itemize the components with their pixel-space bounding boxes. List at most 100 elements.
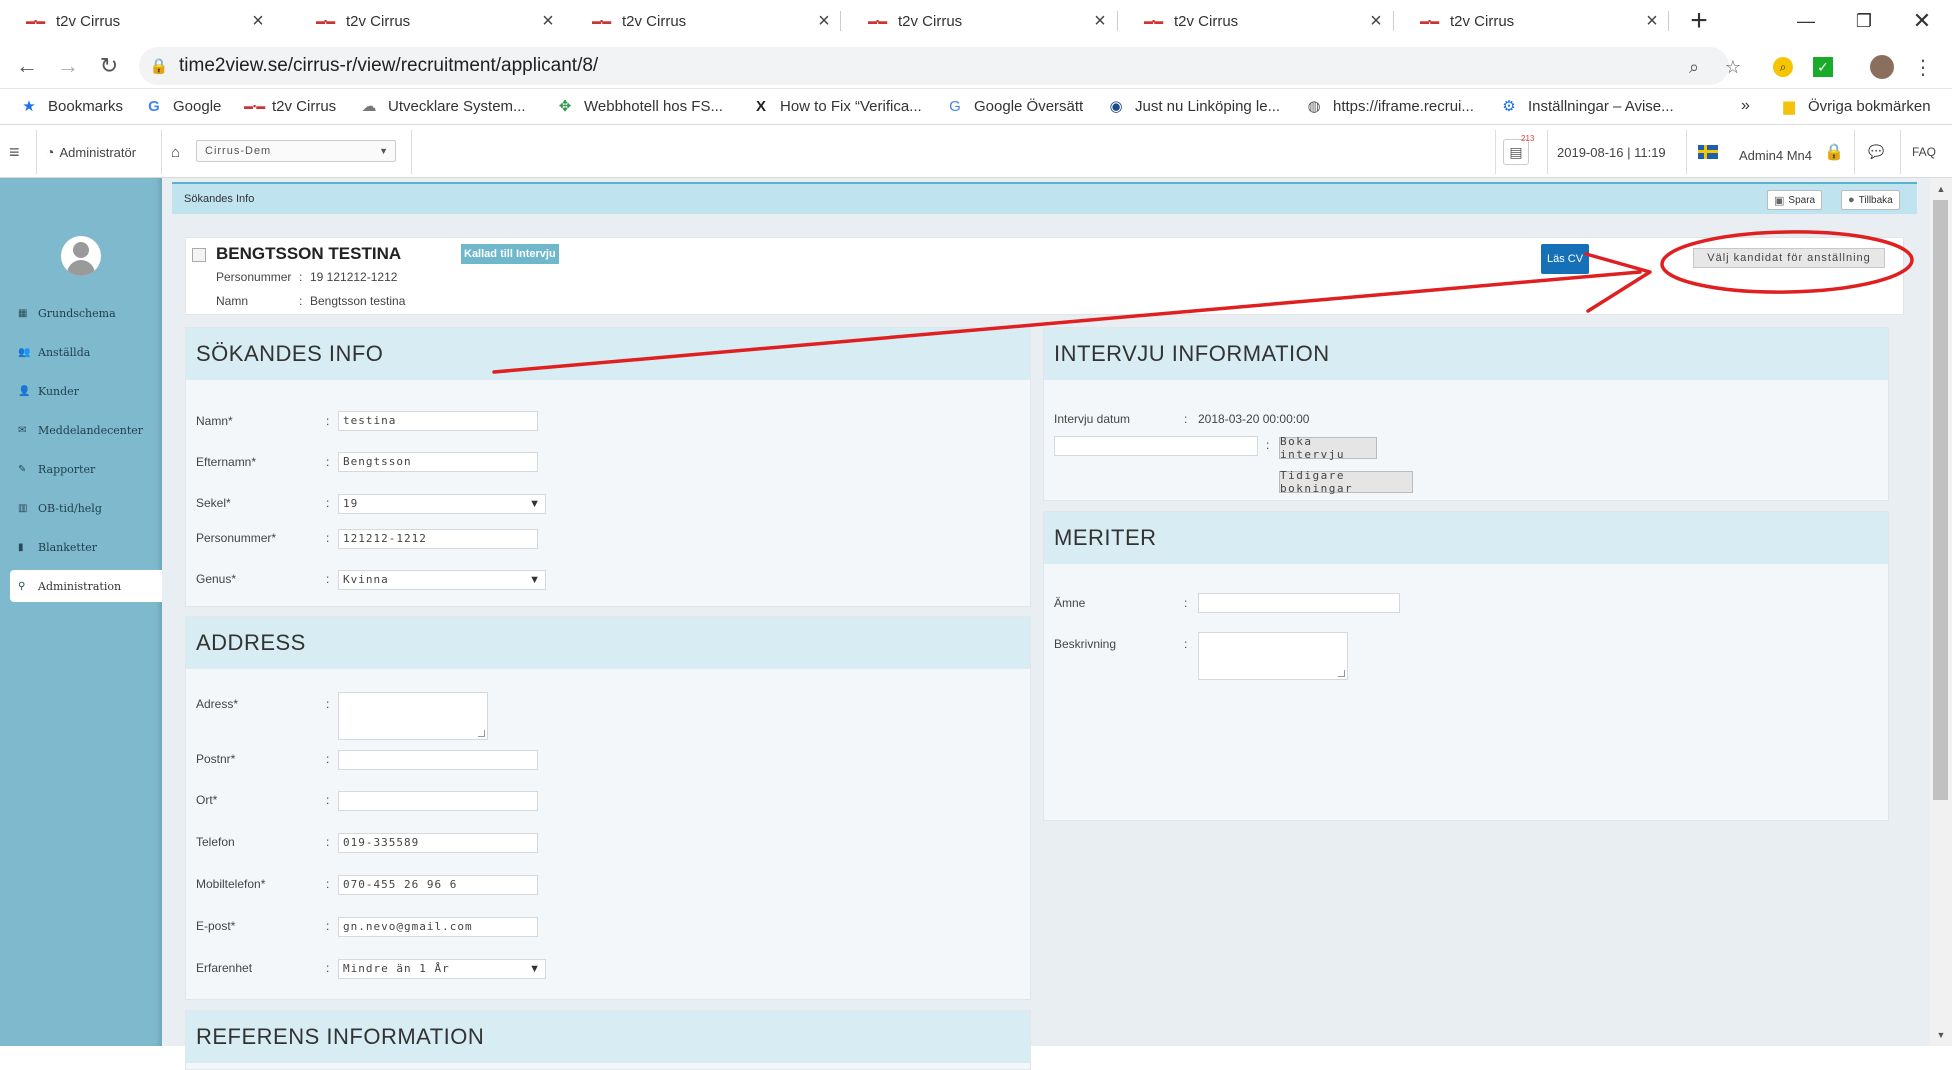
sidebar: ▦ Grundschema 👥 Anställda 👤 Kunder ✉ Meddela… <box>0 178 162 1046</box>
user-avatar-icon[interactable] <box>61 236 101 276</box>
x-icon: X <box>755 97 766 115</box>
phone-input[interactable]: 019-335589 <box>338 833 538 853</box>
minimize-icon[interactable]: — <box>1777 0 1835 42</box>
other-bookmarks[interactable]: ▆ Övriga bokmärken <box>1780 89 1930 123</box>
user-name[interactable]: Admin4 Mn4 <box>1739 129 1812 181</box>
sidebar-item-blanketter[interactable]: ▮ Blanketter <box>0 531 158 563</box>
colon: : <box>1184 412 1188 426</box>
organization-select[interactable]: Cirrus-Dem ▼ <box>196 140 396 162</box>
century-select[interactable]: 19 ▼ <box>338 494 546 514</box>
previous-bookings-button[interactable]: Tidigare bokningar <box>1279 469 1413 495</box>
close-tab-icon[interactable]: × <box>1361 10 1391 33</box>
read-cv-button[interactable]: Läs CV <box>1541 244 1589 274</box>
sidebar-item-meddelandecenter[interactable]: ✉ Meddelandecenter <box>0 414 158 446</box>
chat-icon[interactable]: 💬 <box>1868 126 1884 178</box>
google-icon: G <box>148 97 160 115</box>
select-candidate-button[interactable]: Välj kandidat för anställning <box>1693 248 1885 268</box>
role-label[interactable]: ◔ Administratör <box>46 126 136 178</box>
profile-avatar-icon[interactable] <box>1867 52 1897 82</box>
close-tab-icon[interactable]: × <box>1637 10 1667 33</box>
save-button[interactable]: ▣ Spara <box>1767 190 1823 210</box>
back-button[interactable]: ● Tillbaka <box>1841 190 1900 210</box>
main-content: Sökandes Info ▣ Spara ● Tillbaka BENGTSSON… <box>162 178 1930 1070</box>
faq-link[interactable]: FAQ <box>1912 126 1936 178</box>
browser-tab[interactable]: ▬▪▬ t2v Cirrus × <box>0 0 273 42</box>
field-label: Mobiltelefon* <box>196 877 266 891</box>
bookmark-item[interactable]: ✥ Webbhotell hos FS... <box>556 89 723 123</box>
lock-icon[interactable]: 🔒 <box>1824 126 1844 178</box>
sidebar-item-rapporter[interactable]: ✎ Rapporter <box>0 453 158 485</box>
tab-title: t2v Cirrus <box>898 12 963 30</box>
more-bookmarks-button[interactable]: » <box>1741 89 1750 123</box>
gender-select[interactable]: Kvinna ▼ <box>338 570 546 590</box>
new-tab-icon[interactable]: + <box>1670 0 1728 42</box>
description-textarea[interactable] <box>1198 632 1348 680</box>
page-scrollbar[interactable]: ▲ ▼ <box>1930 178 1952 1046</box>
bookmark-item[interactable]: X How to Fix “Verifica... <box>752 89 922 123</box>
browser-tab[interactable]: ▬▪▬ t2v Cirrus × <box>1118 0 1391 42</box>
divider <box>161 130 162 174</box>
swedish-flag-icon[interactable] <box>1698 126 1718 178</box>
back-arrow-icon[interactable]: ← <box>9 48 45 84</box>
subject-input[interactable] <box>1198 593 1400 613</box>
close-tab-icon[interactable]: × <box>1085 10 1115 33</box>
hamburger-menu-icon[interactable]: ≡ <box>9 126 20 178</box>
panel-heading: INTERVJU INFORMATION <box>1044 328 1888 380</box>
colon: : <box>326 919 330 933</box>
sidebar-item-anstallda[interactable]: 👥 Anställda <box>0 336 158 368</box>
bookmark-item[interactable]: ▬▪▬ t2v Cirrus <box>244 89 336 123</box>
bookmark-item[interactable]: ◍ https://iframe.recrui... <box>1305 89 1473 123</box>
sidebar-item-administration[interactable]: ⚲ Administration <box>10 570 162 602</box>
last-name-input[interactable]: Bengtsson <box>338 452 538 472</box>
divider <box>1495 130 1496 174</box>
reload-icon[interactable]: ↻ <box>91 48 127 84</box>
postal-code-input[interactable] <box>338 750 538 770</box>
restore-icon[interactable]: ❐ <box>1835 0 1893 42</box>
address-textarea[interactable] <box>338 692 488 740</box>
bookmark-item[interactable]: G Google <box>145 89 221 123</box>
close-window-icon[interactable]: ✕ <box>1893 0 1951 42</box>
close-tab-icon[interactable]: × <box>243 10 273 33</box>
caret-down-icon: ▼ <box>529 963 541 975</box>
experience-select[interactable]: Mindre än 1 År ▼ <box>338 959 546 979</box>
sidebar-item-grundschema[interactable]: ▦ Grundschema <box>0 297 158 329</box>
first-name-input[interactable]: testina <box>338 411 538 431</box>
tab-title: t2v Cirrus <box>622 12 687 30</box>
notifications-button[interactable]: ▤ 213 <box>1503 126 1534 178</box>
browser-tab-active[interactable]: ▬▪▬ t2v Cirrus × <box>290 0 563 42</box>
home-icon[interactable]: ⌂ <box>171 126 180 178</box>
menu-dots-icon[interactable]: ⋮ <box>1908 52 1938 82</box>
namn-label: Namn <box>216 294 249 308</box>
sidebar-item-ob-tid[interactable]: ▥ OB-tid/helg <box>0 492 158 524</box>
scroll-up-icon[interactable]: ▲ <box>1930 180 1952 198</box>
browser-tab[interactable]: ▬▪▬ t2v Cirrus × <box>566 0 839 42</box>
book-interview-button[interactable]: Boka intervju <box>1279 435 1377 461</box>
bookmark-star-icon[interactable]: ☆ <box>1718 52 1748 82</box>
interview-date-input[interactable] <box>1054 436 1258 456</box>
browser-tab[interactable]: ▬▪▬ t2v Cirrus × <box>1394 0 1667 42</box>
browser-tab[interactable]: ▬▪▬ t2v Cirrus × <box>842 0 1115 42</box>
email-input[interactable]: gn.nevo@gmail.com <box>338 917 538 937</box>
check-extension-icon[interactable]: ✓ <box>1808 52 1838 82</box>
t2v-favicon-icon: ▬▪▬ <box>868 16 887 26</box>
zoom-icon[interactable]: ⌕ <box>1679 52 1709 82</box>
search-extension-icon[interactable]: ⌕ <box>1768 52 1798 82</box>
city-input[interactable] <box>338 791 538 811</box>
scroll-down-icon[interactable]: ▼ <box>1930 1026 1952 1044</box>
scrollbar-thumb[interactable] <box>1933 200 1948 800</box>
close-tab-icon[interactable]: × <box>809 10 839 33</box>
personal-number-input[interactable]: 121212-1212 <box>338 529 538 549</box>
bookmark-item[interactable]: ⚙ Inställningar – Avise... <box>1500 89 1673 123</box>
divider <box>1854 130 1855 174</box>
bookmark-item[interactable]: ★ Bookmarks <box>20 89 123 123</box>
url-field[interactable]: 🔒 time2view.se/cirrus-r/view/recruitment… <box>139 47 1729 85</box>
bookmark-item[interactable]: ◉ Just nu Linköping le... <box>1107 89 1280 123</box>
sidebar-item-kunder[interactable]: 👤 Kunder <box>0 375 158 407</box>
close-tab-icon[interactable]: × <box>533 10 563 33</box>
mobile-input[interactable]: 070-455 26 96 6 <box>338 875 538 895</box>
tab-title: t2v Cirrus <box>56 12 121 30</box>
field-label: Namn* <box>196 414 233 428</box>
forward-arrow-icon[interactable]: → <box>50 48 86 84</box>
bookmark-item[interactable]: G Google Översätt <box>946 89 1083 123</box>
bookmark-item[interactable]: ☁ Utvecklare System... <box>360 89 526 123</box>
